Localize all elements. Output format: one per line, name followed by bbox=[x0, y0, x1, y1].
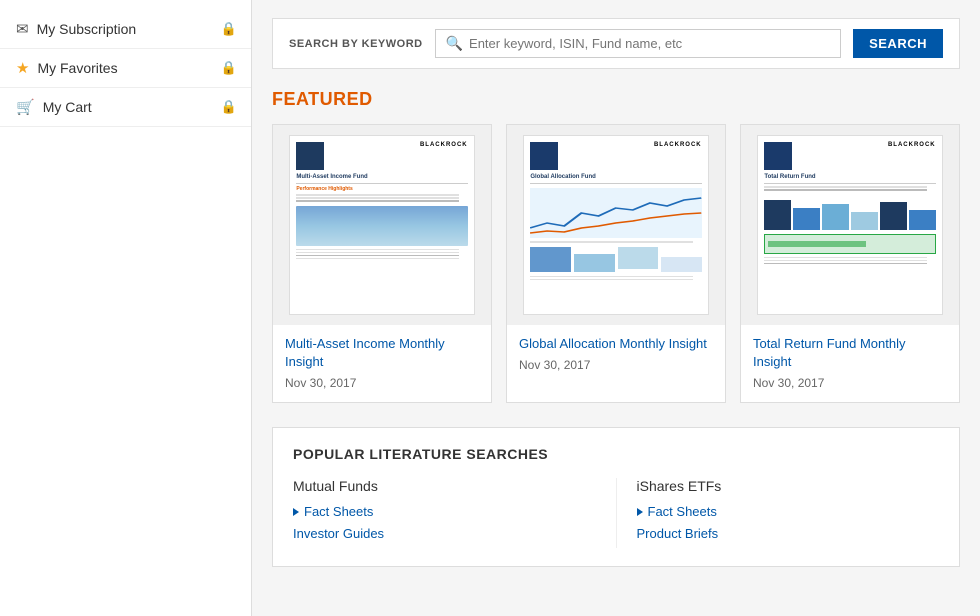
sidebar-item-subscription[interactable]: ✉ My Subscription 🔒 bbox=[0, 10, 251, 49]
mutual-funds-fact-sheets-link[interactable]: Fact Sheets bbox=[293, 504, 596, 519]
arrow-icon bbox=[293, 508, 299, 516]
sidebar-item-cart[interactable]: 🛒 My Cart 🔒 bbox=[0, 88, 251, 127]
card-thumb-1: BLACKROCK Global Allocation Fund bbox=[507, 125, 725, 325]
subscription-lock-icon: 🔒 bbox=[221, 21, 237, 37]
mutual-funds-fact-sheets-label: Fact Sheets bbox=[304, 504, 373, 519]
favorites-lock-icon: 🔒 bbox=[221, 60, 237, 76]
search-button[interactable]: SEARCH bbox=[853, 29, 943, 58]
card-date-0: Nov 30, 2017 bbox=[285, 376, 479, 390]
ishares-fact-sheets-label: Fact Sheets bbox=[648, 504, 717, 519]
card-title-2: Total Return Fund Monthly Insight bbox=[753, 335, 947, 371]
popular-grid: Mutual Funds Fact Sheets Investor Guides… bbox=[293, 478, 939, 548]
subscription-icon: ✉ bbox=[16, 20, 29, 38]
ishares-fact-sheets-link[interactable]: Fact Sheets bbox=[637, 504, 940, 519]
card-date-1: Nov 30, 2017 bbox=[519, 358, 713, 372]
search-icon: 🔍 bbox=[446, 35, 463, 52]
featured-section: FEATURED BLACKROCK Multi-Asset Income Fu… bbox=[272, 89, 960, 403]
arrow-icon-2 bbox=[637, 508, 643, 516]
cart-lock-icon: 🔒 bbox=[221, 99, 237, 115]
favorites-icon: ★ bbox=[16, 59, 29, 77]
card-date-2: Nov 30, 2017 bbox=[753, 376, 947, 390]
cart-icon: 🛒 bbox=[16, 98, 35, 116]
sidebar-favorites-label: My Favorites bbox=[37, 60, 117, 76]
mutual-funds-title: Mutual Funds bbox=[293, 478, 596, 494]
popular-col-mutual-funds: Mutual Funds Fact Sheets Investor Guides bbox=[293, 478, 617, 548]
card-info-2: Total Return Fund Monthly Insight Nov 30… bbox=[741, 325, 959, 402]
card-thumb-2: BLACKROCK Total Return Fund bbox=[741, 125, 959, 325]
featured-cards-row: BLACKROCK Multi-Asset Income Fund Perfor… bbox=[272, 124, 960, 403]
sidebar-item-favorites[interactable]: ★ My Favorites 🔒 bbox=[0, 49, 251, 88]
card-info-0: Multi-Asset Income Monthly Insight Nov 3… bbox=[273, 325, 491, 402]
card-title-0: Multi-Asset Income Monthly Insight bbox=[285, 335, 479, 371]
sidebar: ✉ My Subscription 🔒 ★ My Favorites 🔒 🛒 M… bbox=[0, 0, 252, 616]
featured-card-0[interactable]: BLACKROCK Multi-Asset Income Fund Perfor… bbox=[272, 124, 492, 403]
main-content: SEARCH BY KEYWORD 🔍 SEARCH FEATURED BLAC… bbox=[252, 0, 980, 616]
featured-card-2[interactable]: BLACKROCK Total Return Fund bbox=[740, 124, 960, 403]
ishares-product-briefs-link[interactable]: Product Briefs bbox=[637, 526, 940, 541]
mutual-funds-investor-guides-link[interactable]: Investor Guides bbox=[293, 526, 596, 541]
featured-title: FEATURED bbox=[272, 89, 960, 110]
popular-section: POPULAR LITERATURE SEARCHES Mutual Funds… bbox=[272, 427, 960, 567]
card-info-1: Global Allocation Monthly Insight Nov 30… bbox=[507, 325, 725, 384]
featured-card-1[interactable]: BLACKROCK Global Allocation Fund bbox=[506, 124, 726, 403]
search-label: SEARCH BY KEYWORD bbox=[289, 38, 423, 50]
search-input[interactable] bbox=[469, 36, 830, 51]
sidebar-cart-label: My Cart bbox=[43, 99, 92, 115]
search-bar: SEARCH BY KEYWORD 🔍 SEARCH bbox=[272, 18, 960, 69]
card-title-1: Global Allocation Monthly Insight bbox=[519, 335, 713, 353]
sidebar-subscription-label: My Subscription bbox=[37, 21, 137, 37]
card-thumb-0: BLACKROCK Multi-Asset Income Fund Perfor… bbox=[273, 125, 491, 325]
search-input-wrapper: 🔍 bbox=[435, 29, 842, 58]
popular-col-ishares: iShares ETFs Fact Sheets Product Briefs bbox=[617, 478, 940, 548]
ishares-title: iShares ETFs bbox=[637, 478, 940, 494]
popular-title: POPULAR LITERATURE SEARCHES bbox=[293, 446, 939, 462]
